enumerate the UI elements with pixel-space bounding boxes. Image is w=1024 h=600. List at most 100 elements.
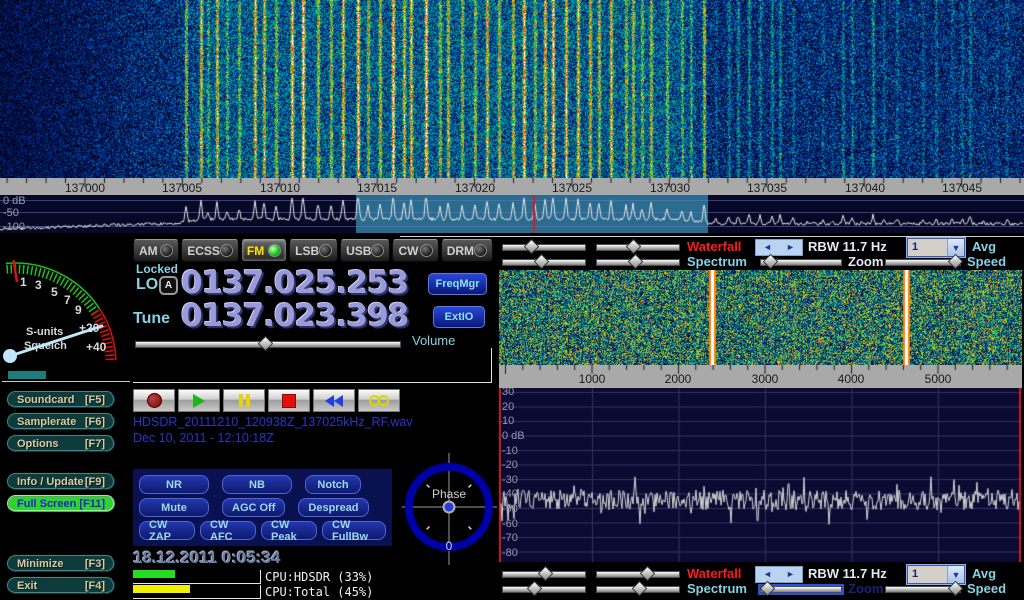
waterfall-brightness-slider[interactable] bbox=[502, 567, 586, 580]
audio-waterfall-display[interactable] bbox=[499, 270, 1022, 365]
cw-fullbw-button[interactable]: CW FullBw bbox=[322, 521, 386, 540]
led-indicator bbox=[474, 244, 487, 257]
info-update-button[interactable]: Info / Update[F9] bbox=[7, 473, 115, 490]
db-label: -70 bbox=[502, 532, 518, 544]
waterfall-brightness-slider[interactable] bbox=[502, 240, 586, 253]
mute-button[interactable]: Mute bbox=[139, 498, 209, 517]
dsp-panel: NR NB Notch Mute AGC Off Despread CW ZAP… bbox=[133, 469, 392, 546]
play-icon bbox=[193, 394, 205, 408]
freq-tick-label: 137030 bbox=[650, 181, 690, 195]
mode-button-fm[interactable]: FM bbox=[241, 239, 287, 262]
phase-indicator: Phase 0 bbox=[402, 453, 497, 565]
freq-tick-label: 137025 bbox=[552, 181, 592, 195]
arrow-left-icon[interactable]: ◄ bbox=[763, 570, 772, 579]
options-button[interactable]: Options[F7] bbox=[7, 435, 115, 452]
main-waterfall-display[interactable] bbox=[0, 0, 1024, 178]
divider bbox=[400, 236, 1024, 237]
pause-button[interactable] bbox=[223, 389, 265, 412]
agc-button[interactable]: AGC Off bbox=[222, 498, 285, 517]
audio-tick-label: 5000 bbox=[925, 372, 952, 386]
freq-tick-label: 137020 bbox=[455, 181, 495, 195]
db-label: -20 bbox=[502, 459, 518, 471]
mode-button-drm[interactable]: DRM bbox=[441, 239, 493, 262]
mode-button-usb[interactable]: USB bbox=[340, 239, 390, 262]
divider bbox=[2, 381, 130, 382]
led-indicator bbox=[220, 244, 233, 257]
mode-button-ecss[interactable]: ECSS bbox=[181, 239, 239, 262]
avg-label: Avg bbox=[972, 566, 996, 581]
waterfall-scroll-control[interactable]: ◄► bbox=[755, 566, 803, 583]
cpu-total-bar bbox=[133, 585, 261, 599]
phase-dot bbox=[444, 502, 455, 513]
loop-button[interactable] bbox=[358, 389, 400, 412]
lo-frequency-display[interactable]: 0137.025.253 bbox=[181, 268, 408, 299]
audio-tick-label: 2000 bbox=[665, 372, 692, 386]
samplerate-button[interactable]: Samplerate[F6] bbox=[7, 413, 115, 430]
smeter-tick-label: 9 bbox=[75, 303, 82, 317]
spectrum-range-slider[interactable] bbox=[596, 255, 680, 268]
stop-button[interactable] bbox=[268, 389, 310, 412]
rewind-button[interactable] bbox=[313, 389, 355, 412]
despread-button[interactable]: Despread bbox=[298, 498, 368, 517]
audio-tick-label: 3000 bbox=[752, 372, 779, 386]
main-spectrum-display[interactable]: 0 dB -50 -100 bbox=[0, 195, 1024, 233]
waterfall-contrast-slider[interactable] bbox=[596, 240, 680, 253]
db-label: 0 dB bbox=[502, 430, 525, 442]
smeter-units-label: S-units bbox=[26, 326, 63, 338]
zoom-slider[interactable] bbox=[760, 582, 842, 595]
audio-spectrum-display[interactable]: 30 20 10 0 dB -10 -20 -30 -40 -50 -60 -7… bbox=[499, 388, 1022, 562]
arrow-right-icon[interactable]: ► bbox=[786, 570, 795, 579]
recording-filename: HDSDR_20111210_120938Z_137025kHz_RF.wav bbox=[133, 415, 413, 429]
record-icon bbox=[147, 393, 162, 408]
db-label: -10 bbox=[502, 445, 518, 457]
db-label: 20 bbox=[502, 401, 514, 413]
arrow-left-icon[interactable]: ◄ bbox=[763, 243, 772, 252]
minimize-button[interactable]: Minimize[F3] bbox=[7, 555, 115, 572]
play-button[interactable] bbox=[178, 389, 220, 412]
speed-slider[interactable] bbox=[885, 582, 961, 595]
arrow-right-icon[interactable]: ► bbox=[786, 243, 795, 252]
cpu-hdsdr-label: CPU:HDSDR (33%) bbox=[265, 570, 373, 584]
spectrum-label: Spectrum bbox=[687, 581, 747, 596]
nr-button[interactable]: NR bbox=[139, 475, 209, 494]
pause-icon bbox=[239, 394, 250, 407]
main-frequency-scale[interactable]: 137000 137005 137010 137015 137020 13702… bbox=[0, 178, 1024, 195]
waterfall-contrast-slider[interactable] bbox=[596, 567, 680, 580]
soundcard-button[interactable]: Soundcard[F5] bbox=[7, 391, 115, 408]
exit-button[interactable]: Exit[F4] bbox=[7, 577, 115, 594]
fullscreen-button[interactable]: Full Screen[F11] bbox=[7, 495, 115, 512]
s-meter: 1 3 5 7 9 +20 +40 S-units Squelch bbox=[1, 240, 129, 386]
audio-tick-label: 1000 bbox=[579, 372, 606, 386]
mode-button-am[interactable]: AM bbox=[133, 239, 179, 262]
zoom-label: Zoom bbox=[848, 581, 883, 596]
extio-button[interactable]: ExtIO bbox=[433, 306, 485, 328]
spectrum-level-slider[interactable] bbox=[502, 255, 586, 268]
cw-afc-button[interactable]: CW AFC bbox=[200, 521, 256, 540]
led-indicator bbox=[420, 244, 433, 257]
mode-button-cw[interactable]: CW bbox=[392, 239, 438, 262]
nb-button[interactable]: NB bbox=[222, 475, 292, 494]
lo-label: LO bbox=[136, 276, 158, 294]
tune-frequency-display[interactable]: 0137.023.398 bbox=[181, 301, 408, 332]
cw-zap-button[interactable]: CW ZAP bbox=[139, 521, 195, 540]
notch-button[interactable]: Notch bbox=[305, 475, 361, 494]
speed-slider[interactable] bbox=[885, 255, 961, 268]
zoom-slider[interactable] bbox=[760, 255, 842, 268]
spectrum-range-slider[interactable] bbox=[596, 582, 680, 595]
led-indicator bbox=[268, 244, 281, 257]
spectrum-level-slider[interactable] bbox=[502, 582, 586, 595]
freq-tick-label: 137000 bbox=[65, 181, 105, 195]
squelch-level-bar[interactable] bbox=[8, 371, 46, 379]
waterfall-scroll-control[interactable]: ◄► bbox=[755, 239, 803, 256]
mode-button-lsb[interactable]: LSB bbox=[289, 239, 338, 262]
record-button[interactable] bbox=[133, 389, 175, 412]
audio-frequency-scale[interactable]: 1000 2000 3000 4000 5000 bbox=[499, 365, 1022, 388]
freqmgr-button[interactable]: FreqMgr bbox=[428, 273, 487, 295]
cpu-total-label: CPU:Total (45%) bbox=[265, 585, 373, 599]
speed-label: Speed bbox=[967, 254, 1006, 269]
phase-value: 0 bbox=[446, 539, 453, 553]
lo-sync-badge[interactable]: A bbox=[159, 276, 178, 295]
cw-peak-button[interactable]: CW Peak bbox=[261, 521, 317, 540]
rbw-label: RBW 11.7 Hz bbox=[808, 239, 887, 254]
avg-label: Avg bbox=[972, 239, 996, 254]
